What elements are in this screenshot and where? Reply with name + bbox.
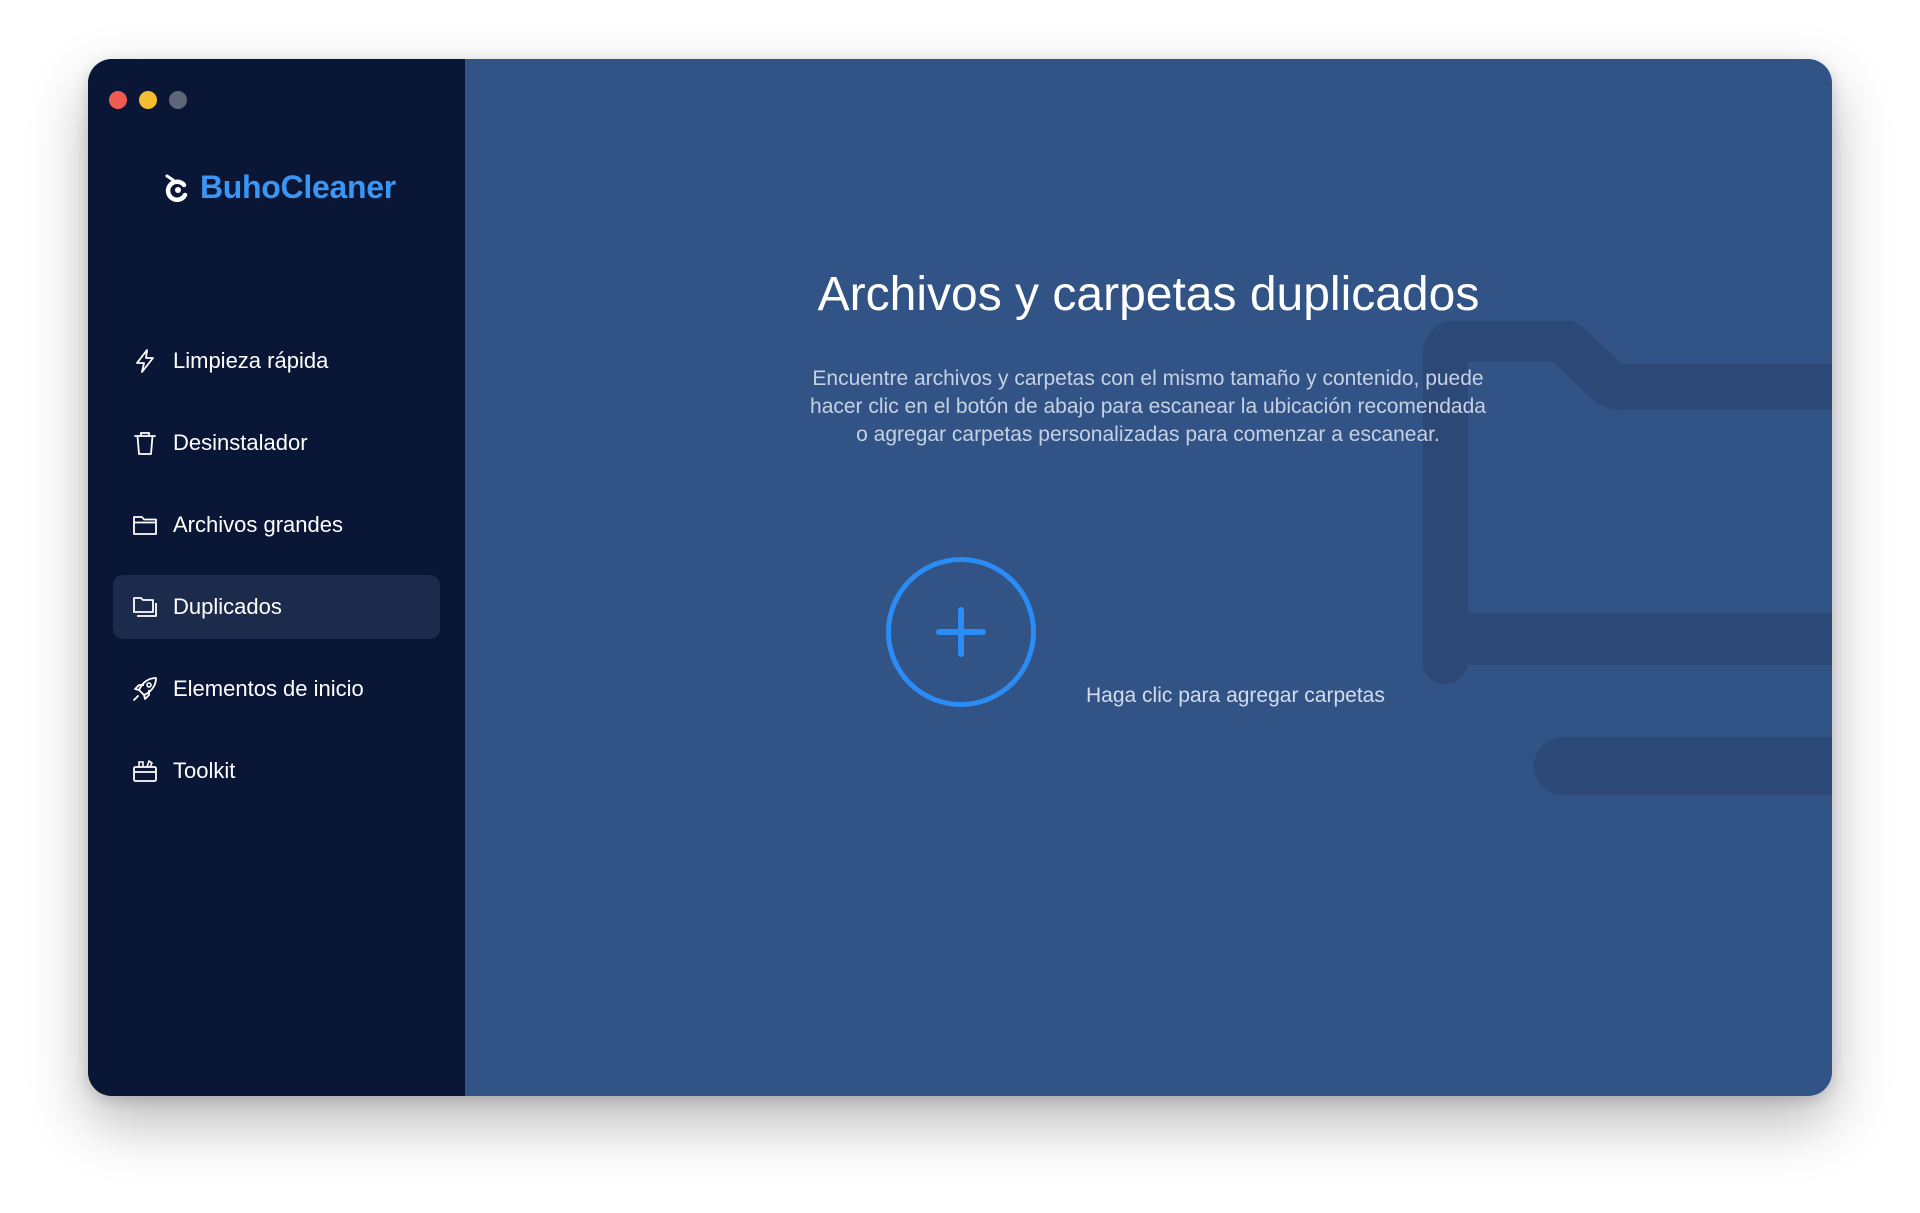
sidebar-item-archivos-grandes[interactable]: Archivos grandes — [113, 493, 440, 557]
sidebar-item-label: Elementos de inicio — [173, 676, 364, 701]
app-brand: BuhoCleaner — [164, 169, 396, 206]
duplicate-folder-icon — [133, 597, 157, 617]
sidebar-item-toolkit[interactable]: Toolkit — [113, 739, 440, 803]
buho-logo-icon — [165, 174, 188, 202]
window-controls — [109, 91, 187, 109]
add-folder-button[interactable] — [886, 557, 1036, 707]
sidebar-item-duplicados[interactable]: Duplicados — [113, 575, 440, 639]
app-window: BuhoCleaner Limpieza rápida Desinstalado… — [88, 59, 1832, 1096]
page-title: Archivos y carpetas duplicados — [817, 268, 1480, 321]
add-folder-label[interactable]: Haga clic para agregar carpetas — [1086, 683, 1385, 709]
trash-icon — [134, 432, 156, 455]
toolkit-icon — [133, 760, 157, 782]
sidebar-item-label: Toolkit — [173, 758, 236, 783]
app-name: BuhoCleaner — [200, 169, 396, 205]
zoom-window-button[interactable] — [169, 91, 187, 109]
sidebar-item-label: Limpieza rápida — [173, 348, 329, 373]
sidebar-nav: Limpieza rápida Desinstalador Archivos g… — [113, 329, 440, 821]
sidebar-item-desinstalador[interactable]: Desinstalador — [113, 411, 440, 475]
minimize-window-button[interactable] — [139, 91, 157, 109]
sidebar-item-label: Desinstalador — [173, 430, 308, 455]
page-description: Encuentre archivos y carpetas con el mis… — [810, 367, 1486, 446]
sidebar-item-label: Archivos grandes — [173, 512, 343, 537]
sidebar: BuhoCleaner Limpieza rápida Desinstalado… — [88, 59, 465, 1096]
lightning-icon — [136, 349, 154, 373]
plus-icon — [936, 607, 986, 657]
rocket-icon — [133, 677, 157, 701]
folder-icon — [133, 516, 157, 535]
close-window-button[interactable] — [109, 91, 127, 109]
main-panel: Archivos y carpetas duplicados Encuentre… — [465, 59, 1832, 1096]
sidebar-item-limpieza-rapida[interactable]: Limpieza rápida — [113, 329, 440, 393]
sidebar-item-elementos-de-inicio[interactable]: Elementos de inicio — [113, 657, 440, 721]
sidebar-item-label: Duplicados — [173, 594, 282, 619]
